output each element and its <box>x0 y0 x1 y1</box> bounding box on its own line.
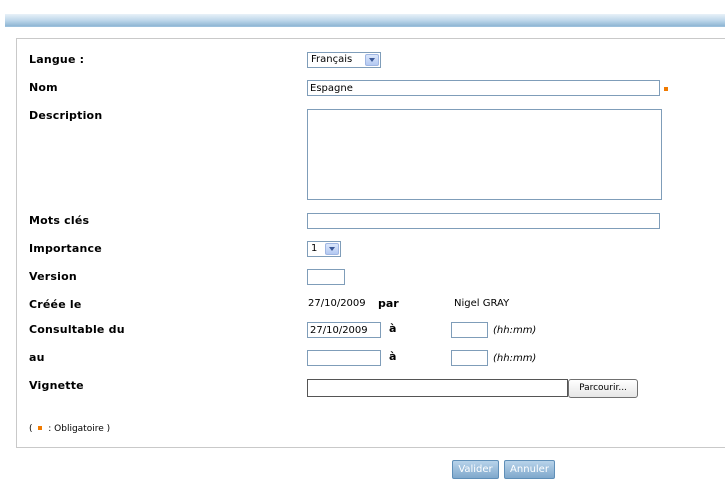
importance-label: Importance <box>29 242 102 255</box>
chevron-down-icon[interactable] <box>325 243 339 255</box>
creator-name: Nigel GRAY <box>454 298 510 309</box>
au-time-input[interactable] <box>451 350 488 366</box>
a-label: à <box>389 350 397 363</box>
langue-select[interactable]: Français <box>307 52 381 68</box>
required-marker-icon <box>38 426 43 430</box>
importance-select[interactable]: 1 <box>307 241 341 257</box>
au-input[interactable] <box>307 350 381 366</box>
annuler-button[interactable]: Annuler <box>504 460 555 479</box>
mots-cles-input[interactable] <box>307 213 660 229</box>
au-label: au <box>29 351 45 364</box>
valider-button[interactable]: Valider <box>452 460 499 479</box>
required-legend: ( : Obligatoire ) <box>29 424 110 434</box>
version-label: Version <box>29 270 77 283</box>
vignette-label: Vignette <box>29 379 84 392</box>
creee-le-label: Créée le <box>29 298 82 311</box>
description-label: Description <box>29 109 103 122</box>
description-textarea[interactable] <box>307 109 662 200</box>
form-panel: Langue : Français Nom Description Mots c… <box>16 38 725 448</box>
legend-open-paren: ( <box>29 424 33 434</box>
consultable-du-time-input[interactable] <box>451 322 488 338</box>
time-hint: (hh:mm) <box>493 353 537 364</box>
chevron-down-icon[interactable] <box>365 54 379 66</box>
a-label: à <box>389 322 397 335</box>
browse-button[interactable]: Parcourir... <box>568 379 638 398</box>
nom-input[interactable] <box>307 80 660 96</box>
header-bar <box>5 14 725 27</box>
consultable-du-label: Consultable du <box>29 323 125 336</box>
langue-select-value: Français <box>311 54 353 65</box>
vignette-file-input[interactable] <box>307 379 568 397</box>
nom-label: Nom <box>29 81 58 94</box>
mots-cles-label: Mots clés <box>29 214 90 227</box>
par-label: par <box>378 297 399 310</box>
required-marker-icon <box>664 87 668 91</box>
langue-label: Langue : <box>29 53 85 66</box>
consultable-du-input[interactable] <box>307 322 381 338</box>
version-input[interactable] <box>307 269 345 285</box>
importance-select-value: 1 <box>311 243 318 254</box>
time-hint: (hh:mm) <box>493 325 537 336</box>
legend-text: : Obligatoire ) <box>48 424 111 434</box>
creation-date: 27/10/2009 <box>308 298 366 309</box>
